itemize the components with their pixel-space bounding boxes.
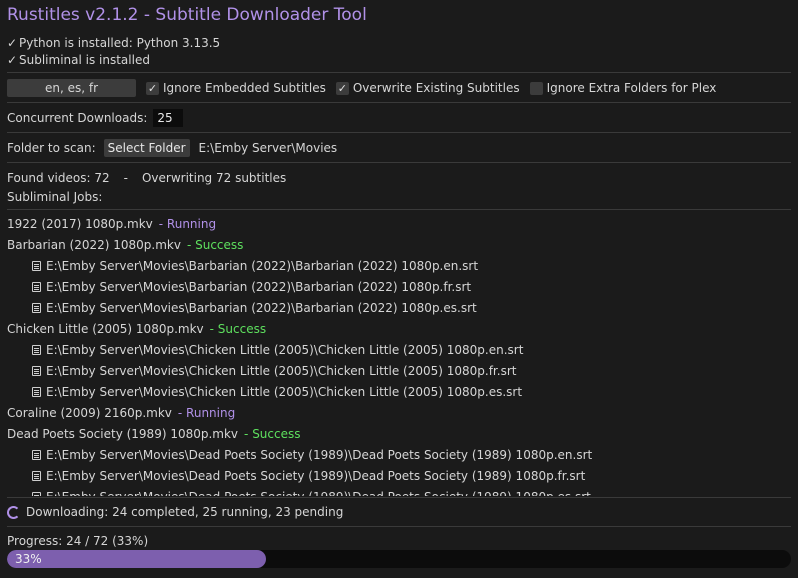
job-row: 1922 (2017) 1080p.mkv - Running xyxy=(0,214,798,235)
subtitle-file-path: E:\Emby Server\Movies\Dead Poets Society… xyxy=(46,490,591,496)
overwrite-existing-label: Overwrite Existing Subtitles xyxy=(352,81,520,95)
subtitle-file-row: E:\Emby Server\Movies\Dead Poets Society… xyxy=(0,445,798,466)
file-icon xyxy=(32,471,41,481)
python-status-text: Python is installed: Python 3.13.5 xyxy=(19,36,221,50)
subtitle-file-row: E:\Emby Server\Movies\Chicken Little (20… xyxy=(0,340,798,361)
divider xyxy=(7,162,791,163)
overwrite-existing-checkbox[interactable]: ✓ Overwrite Existing Subtitles xyxy=(335,81,520,95)
folder-label: Folder to scan: xyxy=(7,141,96,155)
subliminal-status-text: Subliminal is installed xyxy=(19,53,150,67)
jobs-label-row: Subliminal Jobs: xyxy=(7,187,102,207)
progress-label-row: Progress: 24 / 72 (33%) xyxy=(7,531,148,551)
file-icon xyxy=(32,261,41,271)
subliminal-status: ✓ Subliminal is installed xyxy=(7,52,150,68)
subtitle-file-path: E:\Emby Server\Movies\Chicken Little (20… xyxy=(46,385,523,399)
job-status: - Success xyxy=(186,238,244,252)
subtitle-file-path: E:\Emby Server\Movies\Dead Poets Society… xyxy=(46,448,593,462)
divider xyxy=(7,72,791,73)
subtitle-file-path: E:\Emby Server\Movies\Barbarian (2022)\B… xyxy=(46,301,477,315)
ignore-embedded-label: Ignore Embedded Subtitles xyxy=(163,81,326,95)
subtitle-file-path: E:\Emby Server\Movies\Barbarian (2022)\B… xyxy=(46,259,479,273)
file-icon xyxy=(32,303,41,313)
job-name: 1922 (2017) 1080p.mkv xyxy=(7,217,153,231)
job-name: Coraline (2009) 2160p.mkv xyxy=(7,406,172,420)
select-folder-button[interactable]: Select Folder xyxy=(103,139,190,157)
job-name: Dead Poets Society (1989) 1080p.mkv xyxy=(7,427,239,441)
divider xyxy=(7,526,791,527)
checkbox-empty-icon xyxy=(529,81,543,95)
checkbox-check-icon: ✓ xyxy=(335,81,349,95)
job-status: - Running xyxy=(158,217,217,231)
overwriting-count: Overwriting 72 subtitles xyxy=(141,171,287,185)
progress-bar: 33% xyxy=(7,550,791,568)
found-videos: Found videos: 72 xyxy=(7,171,110,185)
subtitle-file-path: E:\Emby Server\Movies\Chicken Little (20… xyxy=(46,343,524,357)
divider xyxy=(7,209,791,210)
job-status: - Success xyxy=(209,322,267,336)
folder-row: Folder to scan: Select Folder E:\Emby Se… xyxy=(7,138,337,158)
python-status: ✓ Python is installed: Python 3.13.5 xyxy=(7,35,220,51)
subtitle-file-path: E:\Emby Server\Movies\Chicken Little (20… xyxy=(46,364,517,378)
subtitle-file-row: E:\Emby Server\Movies\Dead Poets Society… xyxy=(0,466,798,487)
job-row: Dead Poets Society (1989) 1080p.mkv - Suc… xyxy=(0,424,798,445)
ignore-extra-folders-checkbox[interactable]: Ignore Extra Folders for Plex xyxy=(529,81,717,95)
job-status: - Running xyxy=(177,406,236,420)
summary-dash: - xyxy=(123,171,128,185)
job-row: Barbarian (2022) 1080p.mkv - Success xyxy=(0,235,798,256)
progress-bar-fill xyxy=(7,550,266,568)
jobs-label: Subliminal Jobs: xyxy=(7,190,103,204)
divider xyxy=(7,497,791,498)
file-icon xyxy=(32,282,41,292)
file-icon xyxy=(32,366,41,376)
job-name: Barbarian (2022) 1080p.mkv xyxy=(7,238,181,252)
checkbox-check-icon: ✓ xyxy=(146,81,159,95)
job-status: - Success xyxy=(244,427,301,441)
file-icon xyxy=(32,450,41,460)
languages-input[interactable]: en, es, fr xyxy=(7,79,136,97)
summary-row: Found videos: 72 - Overwriting 72 subtit… xyxy=(7,168,286,188)
subtitle-file-row: E:\Emby Server\Movies\Dead Poets Society… xyxy=(0,487,798,496)
subtitle-file-row: E:\Emby Server\Movies\Barbarian (2022)\B… xyxy=(0,277,798,298)
progress-bar-text: 33% xyxy=(15,552,42,566)
concurrent-downloads-input[interactable]: 25 xyxy=(153,109,184,127)
job-name: Chicken Little (2005) 1080p.mkv xyxy=(7,322,204,336)
subtitle-file-path: E:\Emby Server\Movies\Dead Poets Society… xyxy=(46,469,586,483)
file-icon xyxy=(32,492,41,496)
subtitle-file-row: E:\Emby Server\Movies\Barbarian (2022)\B… xyxy=(0,298,798,319)
folder-path: E:\Emby Server\Movies xyxy=(198,141,338,155)
check-icon: ✓ xyxy=(7,53,18,67)
ignore-extra-folders-label: Ignore Extra Folders for Plex xyxy=(546,81,717,95)
divider xyxy=(7,102,791,103)
job-row: Chicken Little (2005) 1080p.mkv - Success xyxy=(0,319,798,340)
concurrent-label: Concurrent Downloads: xyxy=(7,111,148,125)
options-row: en, es, fr ✓ Ignore Embedded Subtitles ✓… xyxy=(7,78,716,98)
subtitle-file-path: E:\Emby Server\Movies\Barbarian (2022)\B… xyxy=(46,280,472,294)
job-row: Coraline (2009) 2160p.mkv - Running xyxy=(0,403,798,424)
file-icon xyxy=(32,387,41,397)
subtitle-file-row: E:\Emby Server\Movies\Chicken Little (20… xyxy=(0,361,798,382)
download-status: Downloading: 24 completed, 25 running, 2… xyxy=(26,505,344,519)
spinner-icon xyxy=(7,505,20,519)
file-icon xyxy=(32,345,41,355)
ignore-embedded-checkbox[interactable]: ✓ Ignore Embedded Subtitles xyxy=(146,81,326,95)
divider xyxy=(7,132,791,133)
download-status-row: Downloading: 24 completed, 25 running, 2… xyxy=(7,502,343,522)
check-icon: ✓ xyxy=(7,36,18,50)
app-title: Rustitles v2.1.2 - Subtitle Downloader T… xyxy=(7,5,367,25)
concurrent-row: Concurrent Downloads: 25 xyxy=(7,108,184,128)
jobs-list[interactable]: 1922 (2017) 1080p.mkv - Running Barbarian … xyxy=(0,214,798,496)
subtitle-file-row: E:\Emby Server\Movies\Chicken Little (20… xyxy=(0,382,798,403)
progress-label: Progress: 24 / 72 (33%) xyxy=(7,534,149,548)
subtitle-file-row: E:\Emby Server\Movies\Barbarian (2022)\B… xyxy=(0,256,798,277)
